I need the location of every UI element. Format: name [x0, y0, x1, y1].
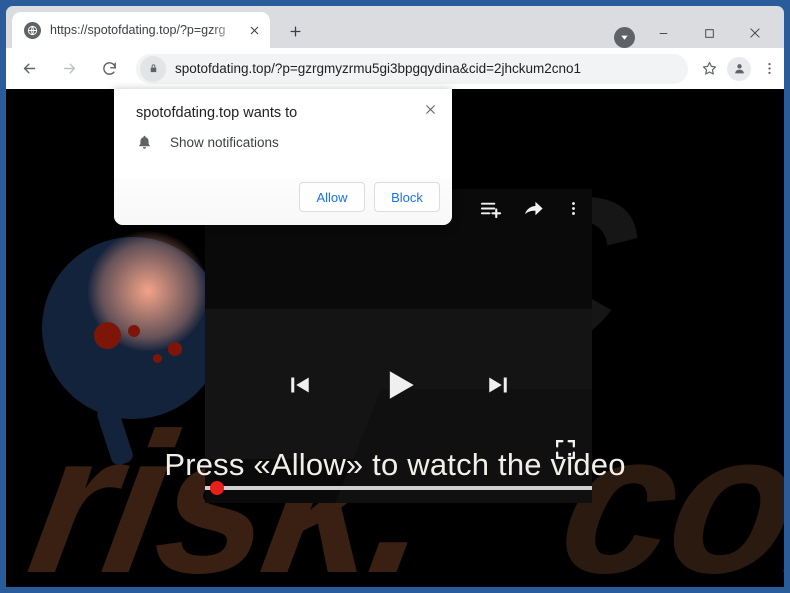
- tab-strip: https://spotofdating.top/?p=gzrg: [6, 6, 784, 48]
- three-dot-menu-icon[interactable]: [754, 54, 784, 84]
- progress-bar[interactable]: [205, 486, 592, 490]
- url-text: spotofdating.top/?p=gzrgmyzrmu5gi3bpgqyd…: [175, 61, 582, 76]
- browser-toolbar: spotofdating.top/?p=gzrgmyzrmu5gi3bpgqyd…: [6, 48, 784, 89]
- play-icon[interactable]: [377, 363, 421, 407]
- permission-row: Show notifications: [136, 134, 279, 151]
- browser-tab[interactable]: https://spotofdating.top/?p=gzrg: [12, 12, 270, 48]
- avatar[interactable]: [724, 54, 754, 84]
- block-button[interactable]: Block: [374, 182, 440, 212]
- globe-icon: [24, 21, 41, 39]
- magnifier-dot: [168, 342, 182, 356]
- dialog-actions: Allow Block: [299, 182, 440, 212]
- magnifier-graphic: [42, 231, 224, 467]
- tab-title: https://spotofdating.top/?p=gzrg: [50, 23, 226, 37]
- magnifier-dot: [94, 322, 121, 349]
- lock-icon[interactable]: [140, 55, 166, 82]
- new-tab-button[interactable]: [281, 17, 309, 45]
- allow-button[interactable]: Allow: [299, 182, 365, 212]
- permission-label: Show notifications: [170, 135, 279, 150]
- progress-scrubber[interactable]: [210, 481, 224, 495]
- avatar-icon: [727, 56, 751, 81]
- previous-track-icon[interactable]: [285, 370, 315, 400]
- magnifier-dot: [128, 325, 140, 337]
- browser-window: https://spotofdating.top/?p=gzrg spotofd…: [0, 0, 790, 593]
- forward-arrow-icon: [52, 52, 86, 86]
- close-icon[interactable]: [418, 97, 442, 121]
- add-to-queue-icon[interactable]: [479, 197, 502, 220]
- notification-permission-dialog: spotofdating.top wants to Show notificat…: [114, 89, 452, 225]
- back-arrow-icon[interactable]: [12, 52, 46, 86]
- share-icon[interactable]: [522, 197, 545, 220]
- bell-icon: [136, 134, 153, 151]
- dialog-title: spotofdating.top wants to: [136, 105, 298, 121]
- next-track-icon[interactable]: [483, 370, 513, 400]
- page-headline: Press «Allow» to watch the video: [164, 447, 626, 482]
- player-center-controls: [205, 363, 592, 407]
- download-icon[interactable]: [614, 27, 635, 48]
- tab-close-icon[interactable]: [244, 20, 264, 40]
- player-top-controls: [479, 197, 582, 220]
- three-dot-menu-icon[interactable]: [565, 200, 582, 217]
- reload-icon[interactable]: [92, 52, 126, 86]
- star-icon[interactable]: [694, 54, 724, 84]
- magnifier-dot: [153, 354, 162, 363]
- address-bar[interactable]: spotofdating.top/?p=gzrgmyzrmu5gi3bpgqyd…: [136, 53, 688, 84]
